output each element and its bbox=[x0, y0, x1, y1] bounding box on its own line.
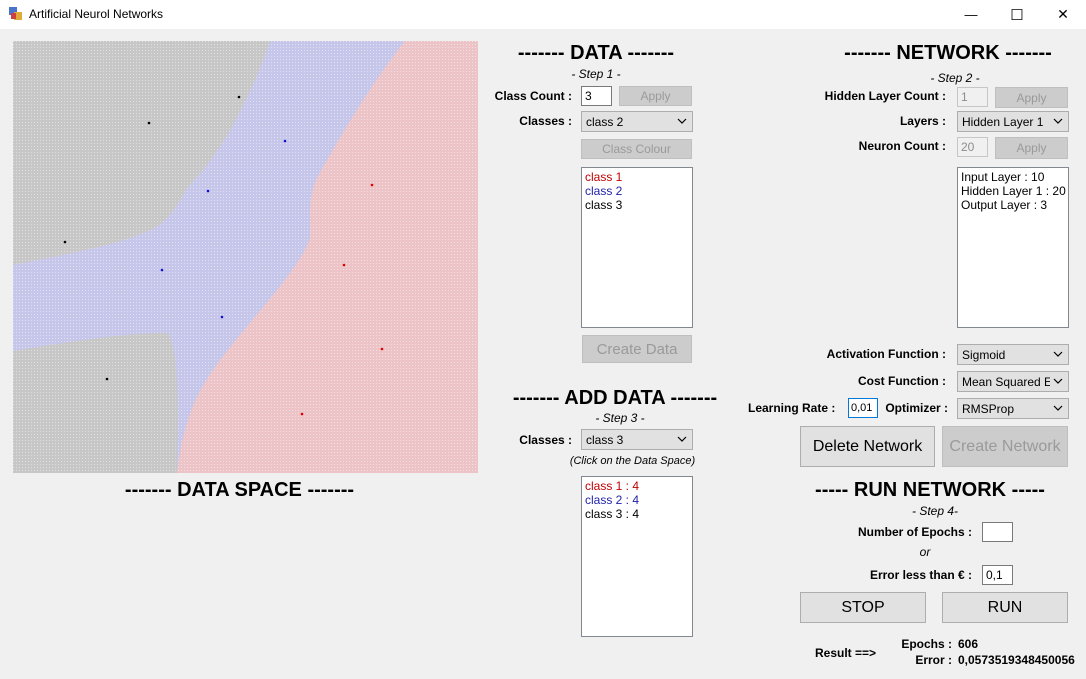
layers-select-value: Hidden Layer 1 bbox=[962, 115, 1044, 129]
or-label: or bbox=[919, 545, 931, 559]
list-item[interactable]: class 2 bbox=[585, 184, 689, 198]
list-item[interactable]: Hidden Layer 1 : 20 bbox=[961, 184, 1066, 198]
data-point bbox=[237, 95, 241, 99]
data-point bbox=[342, 263, 346, 267]
chevron-down-icon bbox=[1053, 378, 1063, 384]
list-item[interactable]: class 1 : 4 bbox=[585, 479, 689, 493]
data-space-canvas[interactable] bbox=[13, 41, 478, 473]
optimizer-select[interactable]: RMSProp bbox=[957, 398, 1069, 419]
activation-function-select[interactable]: Sigmoid bbox=[957, 344, 1069, 365]
chevron-down-icon bbox=[1053, 118, 1063, 124]
layer-listbox[interactable]: Input Layer : 10 Hidden Layer 1 : 20 Out… bbox=[957, 167, 1069, 328]
cost-function-select[interactable]: Mean Squared Err bbox=[957, 371, 1069, 392]
chevron-down-icon bbox=[677, 118, 687, 124]
add-data-section-title: ------- ADD DATA ------- bbox=[512, 387, 718, 409]
error-threshold-input[interactable]: 0,1 bbox=[982, 565, 1013, 585]
step-4-label: - Step 4- bbox=[911, 504, 959, 518]
data-point bbox=[283, 139, 287, 143]
learning-rate-label: Learning Rate : bbox=[748, 401, 836, 415]
create-network-button[interactable]: Create Network bbox=[942, 426, 1068, 467]
hidden-layer-count-label: Hidden Layer Count : bbox=[824, 89, 946, 103]
data-section-title: ------- DATA ------- bbox=[517, 42, 675, 64]
layers-label: Layers : bbox=[899, 114, 946, 128]
error-result-label: Error : bbox=[915, 653, 952, 667]
hidden-layer-apply-button[interactable]: Apply bbox=[995, 87, 1068, 108]
data-point bbox=[160, 268, 164, 272]
class-count-input[interactable]: 3 bbox=[581, 86, 612, 106]
activation-function-label: Activation Function : bbox=[826, 347, 946, 361]
add-classes-select[interactable]: class 3 bbox=[581, 429, 693, 450]
list-item[interactable]: Output Layer : 3 bbox=[961, 198, 1065, 212]
data-point bbox=[300, 412, 304, 416]
classes-select-value: class 2 bbox=[586, 115, 624, 129]
maximize-icon[interactable]: ☐ bbox=[994, 0, 1040, 29]
step-2-label: - Step 2 - bbox=[930, 71, 980, 85]
step-3-label: - Step 3 - bbox=[595, 411, 645, 425]
cost-select-value: Mean Squared Err bbox=[962, 375, 1050, 389]
result-label: Result ==> bbox=[815, 646, 877, 660]
neuron-count-label: Neuron Count : bbox=[858, 139, 946, 153]
close-icon[interactable]: ✕ bbox=[1040, 0, 1086, 29]
layers-select[interactable]: Hidden Layer 1 bbox=[957, 111, 1069, 132]
activation-select-value: Sigmoid bbox=[962, 348, 1006, 362]
canvas-texture bbox=[13, 41, 478, 473]
neuron-count-apply-button[interactable]: Apply bbox=[995, 137, 1068, 159]
epochs-result-value: 606 bbox=[958, 637, 979, 651]
run-button[interactable]: RUN bbox=[942, 592, 1068, 623]
learning-rate-input[interactable]: 0,01 bbox=[848, 398, 878, 418]
add-classes-select-value: class 3 bbox=[586, 433, 624, 447]
class-count-label: Class Count : bbox=[494, 89, 572, 103]
chevron-down-icon bbox=[1053, 405, 1063, 411]
click-hint: (Click on the Data Space) bbox=[569, 455, 696, 467]
add-classes-label: Classes : bbox=[519, 433, 572, 447]
data-space-title: ------- DATA SPACE ------- bbox=[124, 479, 355, 501]
data-point bbox=[105, 377, 109, 381]
optimizer-select-value: RMSProp bbox=[962, 402, 1015, 416]
app-icon bbox=[9, 7, 22, 20]
neuron-count-input[interactable]: 20 bbox=[957, 137, 988, 157]
step-1-label: - Step 1 - bbox=[571, 67, 621, 81]
classes-select[interactable]: class 2 bbox=[581, 111, 693, 132]
list-item[interactable]: class 1 bbox=[585, 170, 689, 184]
class-count-apply-button[interactable]: Apply bbox=[619, 86, 692, 106]
epochs-input[interactable] bbox=[982, 522, 1013, 542]
minimize-icon[interactable]: — bbox=[948, 0, 994, 29]
list-item[interactable]: Input Layer : 10 bbox=[961, 170, 1065, 184]
optimizer-label: Optimizer : bbox=[885, 401, 948, 415]
epochs-label: Number of Epochs : bbox=[857, 525, 972, 539]
create-data-button[interactable]: Create Data bbox=[582, 335, 692, 363]
data-point bbox=[206, 189, 210, 193]
class-listbox[interactable]: class 1 class 2 class 3 bbox=[581, 167, 693, 328]
class-count-listbox[interactable]: class 1 : 4 class 2 : 4 class 3 : 4 bbox=[581, 476, 693, 637]
window-title: Artificial Neurol Networks bbox=[29, 7, 164, 21]
epochs-result-label: Epochs : bbox=[901, 637, 952, 651]
list-item[interactable]: class 2 : 4 bbox=[585, 493, 689, 507]
classes-label: Classes : bbox=[519, 114, 572, 128]
chevron-down-icon bbox=[1053, 351, 1063, 357]
data-point bbox=[147, 121, 151, 125]
data-point bbox=[220, 315, 224, 319]
network-section-title: ------- NETWORK ------- bbox=[844, 42, 1052, 64]
list-item[interactable]: class 3 bbox=[585, 198, 689, 212]
hidden-layer-count-input[interactable]: 1 bbox=[957, 87, 988, 107]
cost-function-label: Cost Function : bbox=[858, 374, 946, 388]
stop-button[interactable]: STOP bbox=[800, 592, 926, 623]
data-point bbox=[370, 183, 374, 187]
data-point bbox=[380, 347, 384, 351]
run-network-section-title: ----- RUN NETWORK ----- bbox=[815, 479, 1045, 501]
error-result-value: 0,0573519348450056 bbox=[958, 653, 1075, 667]
list-item[interactable]: class 3 : 4 bbox=[585, 507, 689, 521]
delete-network-button[interactable]: Delete Network bbox=[800, 426, 935, 467]
chevron-down-icon bbox=[677, 436, 687, 442]
data-point bbox=[63, 240, 67, 244]
error-threshold-label: Error less than € : bbox=[869, 568, 972, 582]
class-colour-button[interactable]: Class Colour bbox=[581, 139, 692, 159]
